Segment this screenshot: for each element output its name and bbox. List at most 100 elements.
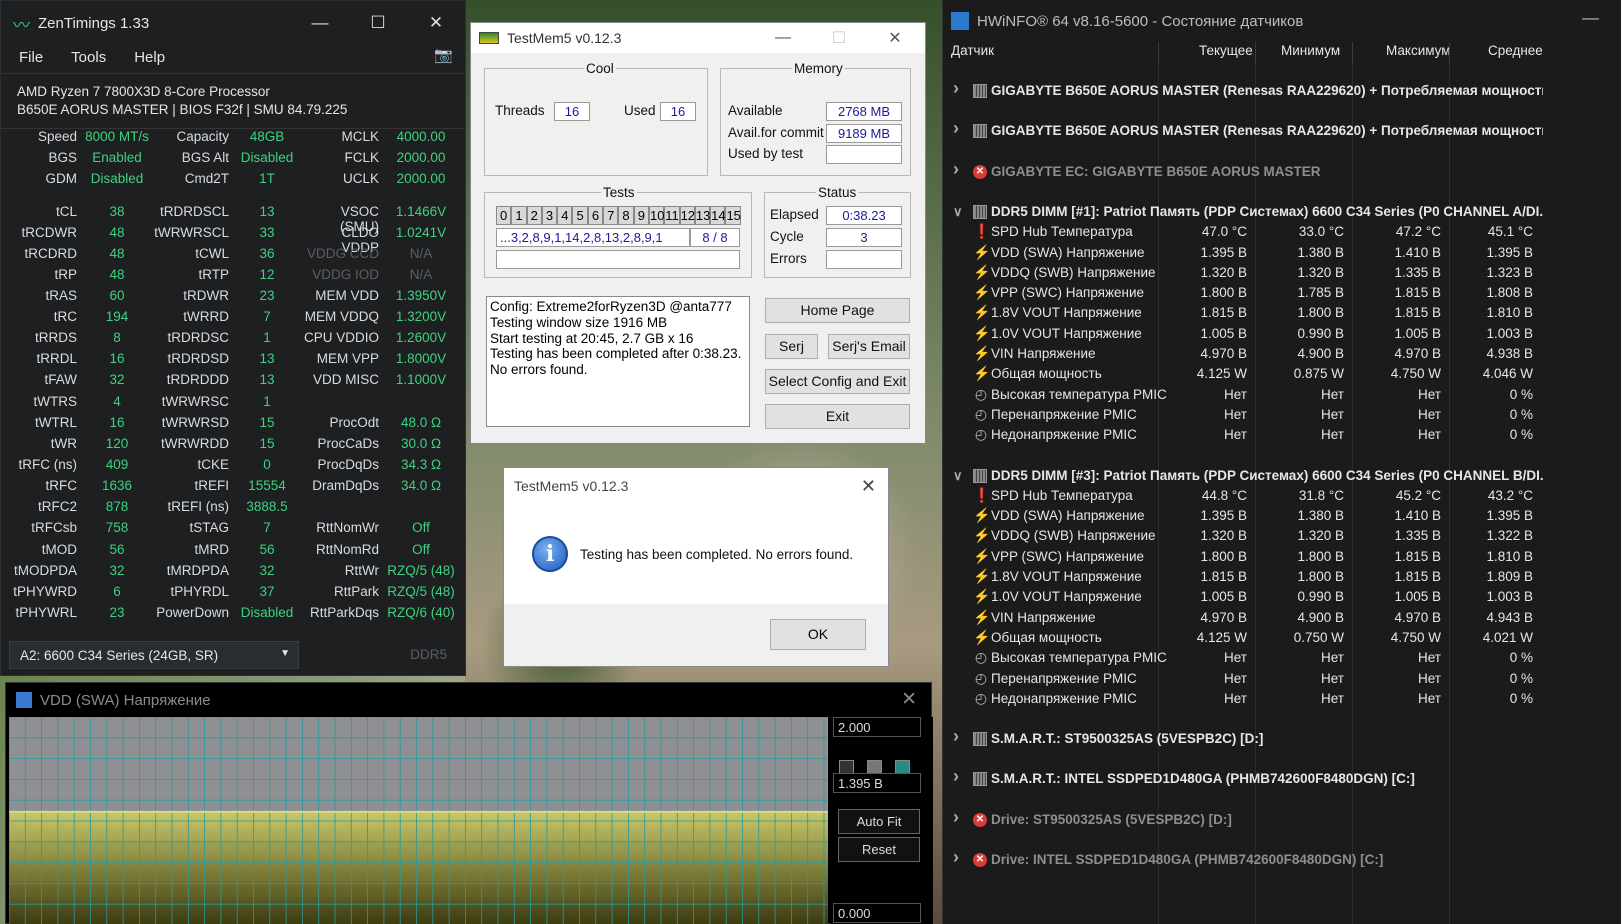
sensor-row[interactable]: ◴ Перенапряжение PMIC Нет Нет Нет 0 % bbox=[943, 405, 1547, 425]
sensor-row[interactable]: ◴ Недонапряжение PMIC Нет Нет Нет 0 % bbox=[943, 425, 1547, 445]
timing-label: MEM VDD bbox=[315, 288, 379, 303]
collapse-icon[interactable]: ∨ bbox=[953, 204, 963, 220]
timing-label: GDM bbox=[45, 171, 78, 186]
auto-fit-button[interactable]: Auto Fit bbox=[838, 809, 920, 834]
dialog-title[interactable]: TestMem5 v0.12.3 bbox=[504, 468, 888, 504]
maximize-icon[interactable]: ☐ bbox=[349, 1, 407, 45]
sensor-row[interactable]: ◴ Высокая температура PMIC Нет Нет Нет 0 % bbox=[943, 648, 1547, 668]
graph-min-field[interactable]: 0.000 bbox=[833, 903, 921, 923]
sensor-row[interactable]: ⚡ 1.0V VOUT Напряжение 1.005 В 0.990 В 1.005… bbox=[943, 324, 1547, 344]
expand-icon[interactable]: › bbox=[953, 807, 959, 828]
sensor-group[interactable]: › GIGABYTE B650E AORUS MASTER (Renesas RA… bbox=[943, 118, 1547, 141]
sensor-row[interactable]: ⚡ VDDQ (SWB) Напряжение 1.320 В 1.320 В 1.33… bbox=[943, 526, 1547, 546]
sensor-value: Нет bbox=[1321, 427, 1344, 443]
close-icon[interactable]: ✕ bbox=[407, 1, 465, 45]
expand-icon[interactable]: › bbox=[953, 118, 959, 139]
col-current[interactable]: Текущее bbox=[1199, 43, 1253, 58]
sensor-value: Нет bbox=[1321, 670, 1344, 686]
testmem5-titlebar[interactable]: TestMem5 v0.12.3 — ☐ ✕ bbox=[471, 23, 925, 53]
timing-label: RttNomRd bbox=[315, 542, 379, 557]
expand-icon[interactable]: › bbox=[953, 847, 959, 868]
graph-max-field[interactable]: 2.000 bbox=[833, 717, 921, 737]
sensor-value: Нет bbox=[1224, 650, 1247, 666]
col-min[interactable]: Минимум bbox=[1281, 43, 1340, 58]
scrollbar[interactable] bbox=[1549, 64, 1621, 924]
timing-label: tPHYRDL bbox=[170, 584, 229, 599]
timing-label: tRDRDSD bbox=[167, 351, 229, 366]
exit-button[interactable]: Exit bbox=[765, 404, 910, 429]
sensor-row[interactable]: ⚡ Общая мощность 4.125 W 0.750 W 4.750 W 4.02… bbox=[943, 628, 1547, 648]
serj-button[interactable]: Serj bbox=[765, 334, 818, 359]
serj-email-button[interactable]: Serj's Email bbox=[828, 334, 910, 359]
sensor-value: 0.875 W bbox=[1293, 366, 1344, 382]
timing-value: 56 bbox=[109, 542, 125, 557]
screenshot-camera-icon[interactable]: 📷 bbox=[434, 46, 453, 64]
expand-icon[interactable]: › bbox=[953, 766, 959, 787]
sensor-row[interactable]: ⚡ VPP (SWC) Напряжение 1.800 В 1.800 В 1.815… bbox=[943, 547, 1547, 567]
sensor-group[interactable]: › S.M.A.R.T.: ST9500325AS (5VESPB2C) [D:] bbox=[943, 726, 1547, 749]
sensor-group[interactable]: ∨ DDR5 DIMM [#1]: Patriot Память (PDP Сис… bbox=[943, 202, 1547, 222]
test-cell: 10 bbox=[648, 206, 665, 225]
ok-button[interactable]: OK bbox=[770, 619, 866, 650]
close-icon[interactable]: ✕ bbox=[901, 688, 917, 711]
commit-label: Avail.for commit bbox=[728, 125, 824, 140]
sensor-row[interactable]: ⚡ VDD (SWA) Напряжение 1.395 В 1.380 В 1.410… bbox=[943, 243, 1547, 263]
close-icon[interactable]: ✕ bbox=[861, 476, 876, 497]
select-config-exit-button[interactable]: Select Config and Exit bbox=[765, 369, 910, 394]
sensor-group[interactable]: › S.M.A.R.T.: INTEL SSDPED1D480GA (PHMB74… bbox=[943, 766, 1547, 789]
reset-button[interactable]: Reset bbox=[838, 837, 920, 862]
sensor-row[interactable]: ⚡ 1.0V VOUT Напряжение 1.005 В 0.990 В 1.005… bbox=[943, 587, 1547, 607]
sensor-row[interactable]: ◴ Перенапряжение PMIC Нет Нет Нет 0 % bbox=[943, 669, 1547, 689]
sensor-row[interactable]: ⚡ VIN Напряжение 4.970 В 4.900 В 4.970 В 4.93… bbox=[943, 344, 1547, 364]
sensor-group[interactable]: › ✕ Drive: ST9500325AS (5VESPB2C) [D:] bbox=[943, 807, 1547, 830]
timing-label: tRDWR bbox=[183, 288, 229, 303]
sensor-group[interactable]: › GIGABYTE B650E AORUS MASTER (Renesas RA… bbox=[943, 78, 1547, 101]
minimize-icon[interactable]: — bbox=[291, 1, 349, 45]
sensor-value: 4.970 В bbox=[1394, 346, 1441, 361]
memory-module-select[interactable]: A2: 6600 C34 Series (24GB, SR) ▼ bbox=[9, 641, 299, 669]
threads-field[interactable]: 16 bbox=[554, 102, 590, 121]
sensor-row[interactable]: ⚡ VIN Напряжение 4.970 В 4.900 В 4.970 В 4.94… bbox=[943, 608, 1547, 628]
used-field[interactable]: 16 bbox=[660, 102, 696, 121]
sensor-row[interactable]: ◴ Недонапряжение PMIC Нет Нет Нет 0 % bbox=[943, 689, 1547, 709]
minimize-icon[interactable]: — bbox=[1582, 8, 1599, 28]
timing-value: 33 bbox=[259, 225, 275, 240]
sensor-row[interactable]: ⚡ 1.8V VOUT Напряжение 1.815 В 1.800 В 1.815… bbox=[943, 303, 1547, 323]
collapse-icon[interactable]: ∨ bbox=[953, 468, 963, 484]
expand-icon[interactable]: › bbox=[953, 159, 959, 180]
timing-value: 0 bbox=[263, 457, 271, 472]
menu-file[interactable]: File bbox=[19, 49, 43, 66]
errors-label: Errors bbox=[770, 251, 807, 266]
sensor-group[interactable]: › ✕ Drive: INTEL SSDPED1D480GA (PHMB742600… bbox=[943, 847, 1547, 870]
sensor-row[interactable]: ⚡ 1.8V VOUT Напряжение 1.815 В 1.800 В 1.815… bbox=[943, 567, 1547, 587]
menu-help[interactable]: Help bbox=[134, 49, 165, 66]
timing-label: MEM VDDQ bbox=[304, 309, 379, 324]
lightning-icon: ⚡ bbox=[973, 365, 991, 382]
expand-icon[interactable]: › bbox=[953, 726, 959, 747]
home-page-button[interactable]: Home Page bbox=[765, 298, 910, 323]
sensor-row[interactable]: ❗ SPD Hub Температура 44.8 °C 31.8 °C 45.2 °… bbox=[943, 486, 1547, 506]
menu-tools[interactable]: Tools bbox=[71, 49, 106, 66]
sensor-name: GIGABYTE EC: GIGABYTE B650E AORUS MASTER bbox=[991, 163, 1321, 179]
column-separator bbox=[1158, 42, 1159, 64]
expand-icon[interactable]: › bbox=[953, 78, 959, 99]
sensor-group[interactable]: › ✕ GIGABYTE EC: GIGABYTE B650E AORUS MAST… bbox=[943, 159, 1547, 182]
minimize-icon[interactable]: — bbox=[755, 23, 811, 53]
sensor-name: Drive: ST9500325AS (5VESPB2C) [D:] bbox=[991, 811, 1232, 827]
timing-label: tWRRD bbox=[183, 309, 229, 324]
sensor-value: 4.750 W bbox=[1390, 366, 1441, 382]
hwinfo-titlebar[interactable]: HWiNFO® 64 v8.16-5600 - Состояние датчик… bbox=[943, 0, 1621, 42]
graph-titlebar[interactable]: VDD (SWA) Напряжение bbox=[6, 683, 931, 717]
sensor-group[interactable]: ∨ DDR5 DIMM [#3]: Patriot Память (PDP Сис… bbox=[943, 466, 1547, 486]
sensor-row[interactable]: ❗ SPD Hub Температура 47.0 °C 33.0 °C 47.2 °… bbox=[943, 222, 1547, 242]
col-avg[interactable]: Среднее bbox=[1488, 43, 1543, 58]
col-sensor[interactable]: Датчик bbox=[951, 43, 994, 58]
sensor-row[interactable]: ◴ Высокая температура PMIC Нет Нет Нет 0 % bbox=[943, 385, 1547, 405]
col-max[interactable]: Максимум bbox=[1386, 43, 1451, 58]
close-icon[interactable]: ✕ bbox=[867, 23, 923, 53]
sensor-row[interactable]: ⚡ VPP (SWC) Напряжение 1.800 В 1.785 В 1.815… bbox=[943, 283, 1547, 303]
sensor-row[interactable]: ⚡ Общая мощность 4.125 W 0.875 W 4.750 W 4.04… bbox=[943, 364, 1547, 384]
sensor-row[interactable]: ⚡ VDDQ (SWB) Напряжение 1.320 В 1.320 В 1.33… bbox=[943, 263, 1547, 283]
sensor-row[interactable]: ⚡ VDD (SWA) Напряжение 1.395 В 1.380 В 1.410… bbox=[943, 506, 1547, 526]
test-log[interactable]: Config: Extreme2forRyzen3D @anta777 Test… bbox=[486, 296, 750, 427]
